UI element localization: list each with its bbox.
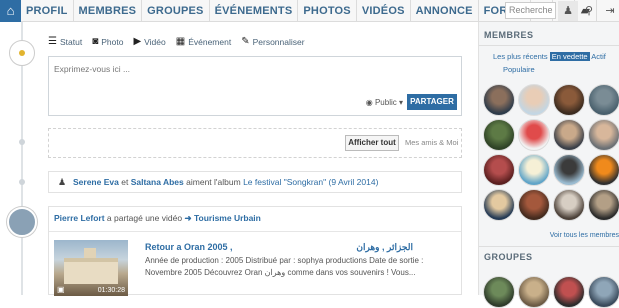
avatar[interactable] <box>588 189 619 221</box>
video-description: Année de production : 2005 Distribué par… <box>145 256 424 277</box>
globe-icon: ◉ <box>365 98 375 107</box>
see-all-members-link[interactable]: Voir tous les membres <box>550 232 619 239</box>
nav-groupes[interactable]: GROUPES <box>142 0 210 22</box>
camera-icon: ◙ <box>92 36 99 47</box>
tab-video[interactable]: ▶ Vidéo <box>133 36 165 47</box>
members-grid <box>483 84 619 221</box>
user-icon[interactable]: ♟ <box>558 1 578 21</box>
play-icon: ▣ <box>57 285 65 294</box>
user-link[interactable]: Serene Eva <box>73 177 119 187</box>
play-icon: ▶ <box>133 36 142 47</box>
feed-filter: Afficher tout Mes amis & Moi <box>48 128 462 158</box>
avatar[interactable] <box>553 276 585 308</box>
activity-date: (9 Avril 2014) <box>328 177 379 187</box>
home-icon[interactable]: ⌂ <box>0 0 21 22</box>
user-link[interactable]: Saltana Abes <box>131 177 184 187</box>
nav-membres[interactable]: MEMBRES <box>74 0 143 22</box>
avatar[interactable] <box>553 154 585 186</box>
video-thumbnail[interactable]: ▣ 01:30:28 <box>54 240 128 296</box>
avatar[interactable] <box>483 84 515 116</box>
edit-icon: ✎ <box>241 36 250 47</box>
activity-header: Pierre Lefort a partagé une vidéo ➜ Tour… <box>54 213 261 223</box>
user-icon: ♟ <box>58 177 67 187</box>
avatar[interactable] <box>518 119 550 151</box>
logout-icon[interactable]: ⇥ <box>600 1 619 21</box>
tab-event[interactable]: ▦ Événement <box>176 36 231 47</box>
video-duration: 01:30:28 <box>97 287 125 294</box>
avatar[interactable] <box>588 119 619 151</box>
avatar[interactable] <box>483 276 515 308</box>
status-composer[interactable]: Exprimez-vous ici ... ◉ Public ▾ PARTAGE… <box>48 56 462 116</box>
timeline-dot <box>19 179 25 185</box>
show-all-button[interactable]: Afficher tout <box>345 135 399 151</box>
members-title: MEMBRES <box>484 30 534 40</box>
friends-filter-link[interactable]: Mes amis & Moi <box>405 138 458 147</box>
avatar[interactable] <box>7 207 37 237</box>
activity-item: ♟ Serene Eva et Saltana Abes aiment l'al… <box>48 171 462 193</box>
composer-tabs: ☰ Statut ◙ Photo ▶ Vidéo ▦ Événement ✎ Person… <box>48 36 305 47</box>
avatar[interactable] <box>588 84 619 116</box>
avatar[interactable] <box>483 189 515 221</box>
divider <box>49 231 461 232</box>
activity-item: Pierre Lefort a partagé une vidéo ➜ Tour… <box>48 206 462 296</box>
status-icon: ☰ <box>48 36 57 47</box>
groups-grid <box>483 276 619 308</box>
sidebar: MEMBRES Les plus récents En vedette Acti… <box>478 22 619 308</box>
tab-active[interactable]: Actif <box>591 52 606 61</box>
tab-popular[interactable]: Populaire <box>503 65 535 74</box>
privacy-select[interactable]: ◉ Public ▾ <box>366 98 403 107</box>
nav-profil[interactable]: PROFIL <box>21 0 74 22</box>
search-icon[interactable]: ⚲ <box>579 1 599 21</box>
calendar-icon: ▦ <box>175 36 186 47</box>
avatar[interactable] <box>483 119 515 151</box>
nav-evenements[interactable]: ÉVÉNEMENTS <box>210 0 299 22</box>
tab-featured[interactable]: En vedette <box>549 52 590 61</box>
video-title-link[interactable]: Retour a Oran 2005 , الجزائر , وهران <box>145 242 457 252</box>
avatar[interactable] <box>483 154 515 186</box>
avatar[interactable] <box>553 189 585 221</box>
avatar[interactable] <box>518 84 550 116</box>
members-tabs: Les plus récents En vedette Actif Popula… <box>493 50 619 76</box>
tab-recent[interactable]: Les plus récents <box>493 52 548 61</box>
album-link[interactable]: Le festival "Songkran" <box>243 177 326 187</box>
avatar[interactable] <box>553 84 585 116</box>
timeline-dot <box>19 139 25 145</box>
arrow-icon: ➜ <box>184 213 192 223</box>
share-button[interactable]: PARTAGER <box>407 94 457 110</box>
timeline-marker <box>9 40 35 66</box>
user-link[interactable]: Pierre Lefort <box>54 213 105 223</box>
tab-status[interactable]: ☰ Statut <box>48 36 82 47</box>
avatar[interactable] <box>518 276 550 308</box>
avatar[interactable] <box>518 154 550 186</box>
tab-customize[interactable]: ✎ Personnaliser <box>241 36 304 47</box>
avatar[interactable] <box>518 189 550 221</box>
tab-photo[interactable]: ◙ Photo <box>92 36 123 47</box>
nav-videos[interactable]: VIDÉOS <box>357 0 411 22</box>
search-input[interactable]: Recherche <box>505 2 556 19</box>
avatar[interactable] <box>588 154 619 186</box>
avatar[interactable] <box>588 276 619 308</box>
top-navigation-bar: ⌂ PROFIL MEMBRES GROUPES ÉVÉNEMENTS PHOT… <box>0 0 619 22</box>
composer-placeholder[interactable]: Exprimez-vous ici ... <box>54 64 130 74</box>
category-link[interactable]: Tourisme Urbain <box>194 213 261 223</box>
nav-annonce[interactable]: ANNONCE <box>411 0 479 22</box>
avatar[interactable] <box>553 119 585 151</box>
groups-title: GROUPES <box>484 252 533 262</box>
nav-photos[interactable]: PHOTOS <box>298 0 357 22</box>
